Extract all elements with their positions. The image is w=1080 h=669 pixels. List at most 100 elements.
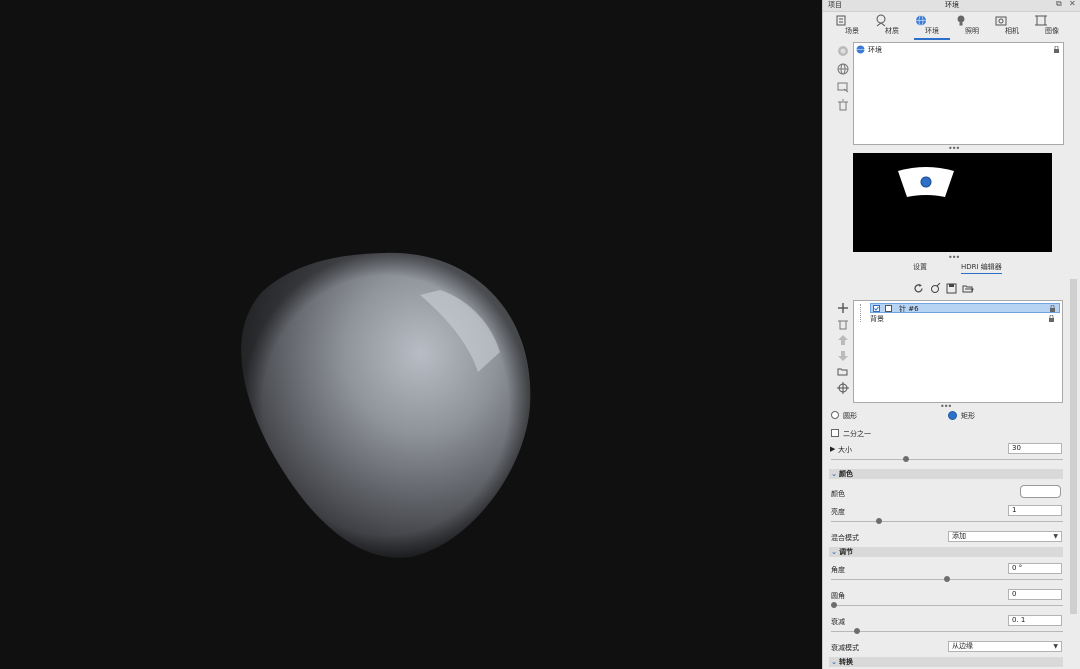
move-up-icon[interactable] [837, 334, 849, 346]
hdri-preview[interactable] [853, 153, 1052, 252]
angle-slider[interactable] [831, 576, 1063, 582]
tab-lighting[interactable]: 照明 [954, 14, 990, 38]
duplicate-environment-icon[interactable] [837, 63, 849, 75]
rect-label: 矩形 [961, 412, 975, 420]
pin-list: 针 #6 背景 [853, 300, 1063, 403]
tab-material-label: 材质 [885, 27, 899, 35]
lock-icon[interactable] [1053, 46, 1060, 53]
pin-toolbar [837, 302, 851, 398]
pin-resize-handle[interactable]: ••• [940, 402, 952, 411]
falloff-input[interactable]: 0. 1 [1008, 615, 1062, 626]
environment-panel: 项目 环境 ⧉ ✕ 场景 材质 环境 照明 相机 图像 环境 ••• ••• 设… [822, 0, 1080, 669]
environment-toolbar [837, 45, 851, 117]
tab-camera[interactable]: 相机 [994, 14, 1030, 38]
angle-input[interactable]: 0 ° [1008, 563, 1062, 574]
preview-resize-handle[interactable]: ••• [948, 253, 960, 262]
adjust-section-header[interactable]: ⌄ 调节 [829, 547, 1063, 557]
refresh-icon[interactable] [913, 283, 924, 294]
chevron-down-icon: ⌄ [831, 470, 837, 478]
size-input[interactable]: 30 [1008, 443, 1062, 454]
lock-icon[interactable] [1049, 305, 1056, 312]
dropdown-arrow-icon: ▼ [1053, 533, 1058, 540]
resize-handle[interactable]: ••• [948, 144, 960, 153]
panel-scrollbar[interactable] [1070, 279, 1077, 614]
brightness-slider[interactable] [831, 518, 1063, 524]
color-section-header[interactable]: ⌄ 颜色 [829, 469, 1063, 479]
panel-title: 环境 [945, 1, 959, 9]
import-environment-icon[interactable] [837, 81, 849, 93]
falloff-slider-knob[interactable] [854, 628, 860, 634]
falloff-mode-label: 衰减模式 [831, 644, 859, 652]
pin-type-swatch [885, 305, 892, 312]
environment-item-label: 环境 [868, 46, 882, 54]
dropdown-arrow-icon: ▼ [1053, 643, 1058, 650]
lighting-icon [957, 15, 965, 26]
blend-mode-select[interactable]: 添加 ▼ [948, 531, 1062, 542]
pin-folder-icon[interactable] [837, 366, 849, 378]
open-folder-icon[interactable] [962, 283, 974, 294]
size-label: 大小 [838, 446, 852, 454]
corner-input[interactable]: 0 [1008, 589, 1062, 600]
adjust-section-title: 调节 [839, 548, 853, 556]
hdri-toolbar [913, 283, 983, 295]
material-icon [876, 14, 886, 27]
move-down-icon[interactable] [837, 350, 849, 362]
environment-list: 环境 [853, 42, 1064, 145]
circle-label: 圆形 [843, 412, 857, 420]
corner-slider[interactable] [831, 602, 1063, 608]
save-icon[interactable] [946, 283, 957, 294]
pin-row[interactable]: 背景 [870, 314, 1060, 324]
half-label: 二分之一 [843, 430, 871, 438]
circle-radio[interactable] [831, 411, 839, 419]
render-viewport[interactable] [0, 0, 822, 669]
tree-line [860, 304, 862, 322]
target-icon[interactable] [837, 382, 849, 394]
tab-material[interactable]: 材质 [874, 14, 910, 38]
half-checkbox[interactable] [831, 429, 839, 437]
camera-icon [995, 16, 1007, 26]
rect-radio[interactable] [948, 411, 957, 420]
chevron-down-icon: ⌄ [831, 548, 837, 556]
expand-arrow-icon[interactable]: ▶ [830, 445, 835, 453]
environment-icon [916, 15, 926, 26]
pin-row-selected[interactable]: 针 #6 [870, 303, 1060, 313]
blend-mode-label: 混合模式 [831, 534, 859, 542]
falloff-mode-select[interactable]: 从边缘 ▼ [948, 641, 1062, 652]
list-item[interactable]: 环境 [856, 45, 1061, 55]
delete-environment-icon[interactable] [837, 99, 849, 111]
delete-pin-icon[interactable] [837, 318, 849, 330]
chevron-down-icon: ⌄ [831, 658, 837, 666]
tab-scene[interactable]: 场景 [834, 14, 870, 38]
transform-section-title: 转换 [839, 658, 853, 666]
tab-hdri-editor[interactable]: HDRI 编辑器 [961, 262, 1002, 274]
angle-slider-knob[interactable] [944, 576, 950, 582]
pin-item-label: 针 #6 [899, 305, 919, 313]
add-pin-icon[interactable] [837, 302, 849, 314]
brush-icon[interactable] [930, 283, 941, 294]
pin-visible-checkbox[interactable] [873, 305, 880, 312]
tab-environment-label: 环境 [925, 27, 939, 35]
add-environment-icon[interactable] [837, 45, 849, 57]
falloff-label: 衰减 [831, 618, 845, 626]
brightness-slider-knob[interactable] [876, 518, 882, 524]
transform-section-header[interactable]: ⌄ 转换 [829, 657, 1063, 667]
blend-mode-value: 添加 [952, 532, 966, 540]
brightness-input[interactable]: 1 [1008, 505, 1062, 516]
corner-slider-knob[interactable] [831, 602, 837, 608]
color-swatch[interactable] [1020, 485, 1061, 498]
tab-image[interactable]: 图像 [1034, 14, 1070, 38]
background-item-label: 背景 [870, 315, 884, 323]
size-slider[interactable] [831, 456, 1063, 462]
tab-environment[interactable]: 环境 [914, 14, 950, 40]
restore-icon[interactable]: ⧉ [1056, 0, 1062, 9]
close-icon[interactable]: ✕ [1069, 0, 1076, 8]
panel-tabs: 场景 材质 环境 照明 相机 图像 [823, 12, 1080, 40]
size-slider-knob[interactable] [903, 456, 909, 462]
check-icon [874, 306, 879, 311]
hdri-preview-canvas [898, 167, 954, 197]
tab-settings[interactable]: 设置 [913, 262, 927, 272]
scene-icon [836, 15, 846, 26]
tab-lighting-label: 照明 [965, 27, 979, 35]
lock-icon[interactable] [1048, 315, 1055, 322]
falloff-slider[interactable] [831, 628, 1063, 634]
